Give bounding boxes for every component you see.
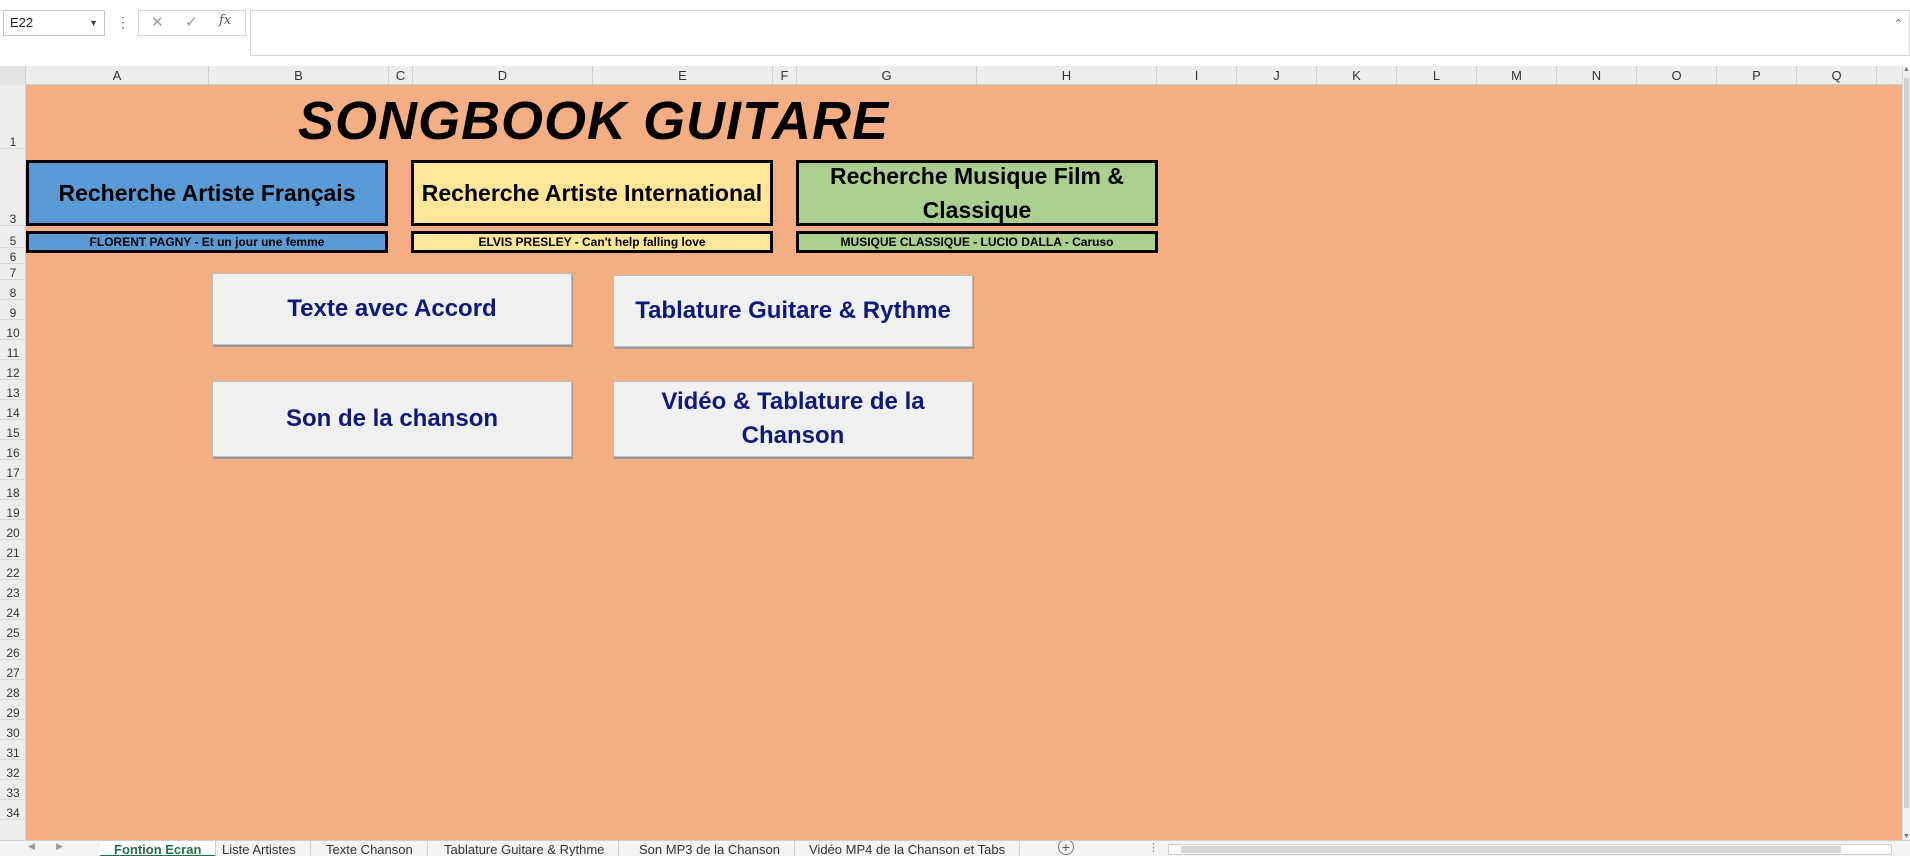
column-header[interactable]: A <box>26 66 209 85</box>
page-title: SONGBOOK GUITARE <box>298 91 890 151</box>
tab-next-icon[interactable]: ▶ <box>56 841 63 852</box>
sheet-tab[interactable]: Vidéo MP4 de la Chanson et Tabs <box>795 841 1021 856</box>
row-header[interactable]: 5 <box>0 226 26 248</box>
row-header[interactable]: 8 <box>0 280 26 300</box>
selected-song-international[interactable]: ELVIS PRESLEY - Can't help falling love <box>411 231 773 253</box>
add-sheet-icon[interactable]: + <box>1058 841 1074 855</box>
row-header[interactable]: 10 <box>0 320 26 340</box>
row-header[interactable]: 3 <box>0 149 26 226</box>
column-header[interactable]: F <box>773 66 797 85</box>
more-tabs-icon[interactable]: ⋮ <box>1148 841 1159 854</box>
row-headers: 1 3 5 6 7 8 9 10 11 12 13 14 15 16 17 18 19 20 21 22 23 24 25 2… <box>0 85 26 840</box>
row-header[interactable]: 15 <box>0 420 26 440</box>
row-header[interactable]: 22 <box>0 560 26 580</box>
row-header[interactable]: 6 <box>0 248 26 264</box>
row-header[interactable]: 34 <box>0 800 26 820</box>
sheet-tab[interactable]: Fontion Ecran <box>100 841 217 856</box>
column-header[interactable]: M <box>1477 66 1557 85</box>
enter-icon[interactable]: ✓ <box>185 13 198 31</box>
sheet-tab[interactable]: Tablature Guitare & Rythme <box>430 841 620 856</box>
scroll-down-icon[interactable]: ▼ <box>1903 833 1910 840</box>
row-header[interactable]: 21 <box>0 540 26 560</box>
formula-bar: E22 ▼ ⋮ ✕ ✓ fx ⌃ <box>0 0 1910 70</box>
video-tablature-button[interactable]: Vidéo & Tablature de la Chanson <box>613 381 973 457</box>
row-header[interactable]: 14 <box>0 400 26 420</box>
more-options-icon[interactable]: ⋮ <box>116 14 130 31</box>
sheet-canvas[interactable]: SONGBOOK GUITARE Recherche Artiste Franç… <box>26 85 1902 840</box>
column-header[interactable]: G <box>797 66 977 85</box>
column-header[interactable]: O <box>1637 66 1717 85</box>
row-header[interactable]: 19 <box>0 500 26 520</box>
row-header[interactable]: 20 <box>0 520 26 540</box>
name-box-value: E22 <box>10 15 34 30</box>
vertical-scroll-thumb[interactable] <box>1904 78 1909 808</box>
column-header[interactable]: E <box>593 66 773 85</box>
sheet-tab-bar: ◀ ▶ Fontion Ecran Liste Artistes Texte Cha… <box>0 840 1910 856</box>
column-header[interactable]: L <box>1397 66 1477 85</box>
son-chanson-button[interactable]: Son de la chanson <box>212 381 572 457</box>
cancel-icon[interactable]: ✕ <box>151 13 164 31</box>
column-header[interactable]: K <box>1317 66 1397 85</box>
chevron-down-icon[interactable]: ▼ <box>89 11 98 35</box>
selected-song-french[interactable]: FLORENT PAGNY - Et un jour une femme <box>26 231 388 253</box>
row-header[interactable]: 26 <box>0 640 26 660</box>
column-headers: ABCDEFGHIJKLMNOPQ <box>0 66 1910 85</box>
row-header[interactable]: 28 <box>0 680 26 700</box>
column-header[interactable]: D <box>413 66 593 85</box>
row-header[interactable]: 32 <box>0 760 26 780</box>
row-header[interactable]: 1 <box>0 85 26 149</box>
tablature-rythme-button[interactable]: Tablature Guitare & Rythme <box>613 275 973 347</box>
row-header[interactable]: 12 <box>0 360 26 380</box>
category-film-classic[interactable]: Recherche Musique Film & Classique <box>796 160 1158 226</box>
formula-buttons: ✕ ✓ fx <box>138 10 246 36</box>
horizontal-scrollbar[interactable] <box>1168 844 1892 855</box>
row-header[interactable]: 13 <box>0 380 26 400</box>
row-header[interactable]: 30 <box>0 720 26 740</box>
sheet-tab[interactable]: Liste Artistes <box>208 841 311 856</box>
row-header[interactable]: 27 <box>0 660 26 680</box>
column-header[interactable]: P <box>1717 66 1797 85</box>
row-header[interactable]: 23 <box>0 580 26 600</box>
column-header[interactable]: Q <box>1797 66 1877 85</box>
collapse-formula-bar-icon[interactable]: ⌃ <box>1894 17 1903 30</box>
row-header[interactable]: 25 <box>0 620 26 640</box>
row-header[interactable]: 9 <box>0 300 26 320</box>
row-header[interactable]: 16 <box>0 440 26 460</box>
row-header[interactable]: 7 <box>0 264 26 280</box>
column-header[interactable]: B <box>209 66 389 85</box>
sheet-tab[interactable]: Son MP3 de la Chanson <box>625 841 795 856</box>
row-header[interactable]: 18 <box>0 480 26 500</box>
row-header[interactable]: 24 <box>0 600 26 620</box>
row-header[interactable]: 17 <box>0 460 26 480</box>
row-header[interactable]: 31 <box>0 740 26 760</box>
category-international-artist[interactable]: Recherche Artiste International <box>411 160 773 226</box>
select-all-button[interactable] <box>0 66 26 85</box>
row-header[interactable]: 11 <box>0 340 26 360</box>
column-header[interactable]: J <box>1237 66 1317 85</box>
row-header[interactable]: 29 <box>0 700 26 720</box>
tab-prev-icon[interactable]: ◀ <box>28 841 35 852</box>
vertical-scrollbar[interactable]: ▲ ▼ <box>1902 66 1910 840</box>
formula-input[interactable]: ⌃ <box>250 10 1910 56</box>
selected-song-film-classic[interactable]: MUSIQUE CLASSIQUE - LUCIO DALLA - Caruso <box>796 231 1158 253</box>
texte-accord-button[interactable]: Texte avec Accord <box>212 273 572 345</box>
row-header[interactable]: 33 <box>0 780 26 800</box>
column-header[interactable]: C <box>389 66 413 85</box>
column-header[interactable]: H <box>977 66 1157 85</box>
column-header[interactable]: N <box>1557 66 1637 85</box>
sheet-tab[interactable]: Texte Chanson <box>312 841 428 856</box>
scroll-up-icon[interactable]: ▲ <box>1903 66 1910 73</box>
name-box[interactable]: E22 ▼ <box>3 10 105 36</box>
insert-function-icon[interactable]: fx <box>219 13 231 28</box>
column-header[interactable]: I <box>1157 66 1237 85</box>
category-french-artist[interactable]: Recherche Artiste Français <box>26 160 388 226</box>
horizontal-scroll-thumb[interactable] <box>1181 846 1841 853</box>
